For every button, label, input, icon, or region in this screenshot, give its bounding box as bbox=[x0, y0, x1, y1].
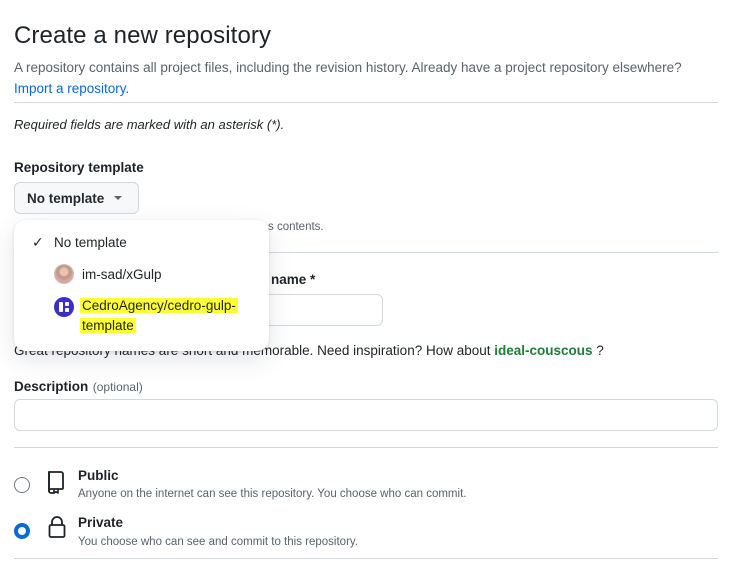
chevron-down-icon bbox=[114, 196, 123, 200]
suggested-name-link[interactable]: ideal-couscous bbox=[494, 343, 592, 358]
divider bbox=[14, 102, 718, 103]
divider bbox=[14, 447, 718, 448]
menu-item-label: No template bbox=[54, 234, 127, 250]
menu-item-no-template[interactable]: ✓ No template bbox=[14, 232, 269, 252]
template-hint: s contents. bbox=[268, 221, 324, 233]
private-radio[interactable] bbox=[14, 523, 30, 539]
book-icon bbox=[46, 470, 66, 499]
menu-item-cedro-gulp-template[interactable]: CedroAgency/cedro-gulp- template bbox=[14, 296, 269, 336]
template-dropdown-button[interactable]: No template bbox=[14, 182, 139, 214]
required-fields-note: Required fields are marked with an aster… bbox=[14, 117, 285, 132]
private-title: Private bbox=[78, 515, 124, 530]
menu-item-label: im-sad/xGulp bbox=[82, 266, 162, 282]
description-label: Description (optional) bbox=[14, 378, 143, 396]
import-repository-link[interactable]: Import a repository. bbox=[14, 81, 129, 96]
menu-item-im-sad-xgulp[interactable]: im-sad/xGulp bbox=[14, 263, 269, 285]
template-button-label: No template bbox=[27, 190, 105, 206]
user-avatar-icon bbox=[54, 264, 74, 284]
menu-item-label: CedroAgency/cedro-gulp- template bbox=[80, 296, 238, 336]
private-description: You choose who can see and commit to thi… bbox=[78, 536, 358, 548]
public-description: Anyone on the internet can see this repo… bbox=[78, 488, 467, 500]
page-title: Create a new repository bbox=[14, 22, 272, 49]
public-title: Public bbox=[78, 468, 119, 483]
description-label-text: Description bbox=[14, 379, 89, 394]
check-icon: ✓ bbox=[32, 233, 44, 250]
page-subtitle: A repository contains all project files,… bbox=[14, 57, 724, 99]
template-label: Repository template bbox=[14, 160, 144, 175]
org-avatar-icon bbox=[54, 297, 74, 317]
subtitle-text: A repository contains all project files,… bbox=[14, 60, 682, 75]
highlighted-text: template bbox=[80, 318, 136, 333]
optional-tag: (optional) bbox=[92, 380, 143, 394]
template-menu: ✓ No template im-sad/xGulp CedroAgency/c… bbox=[14, 220, 269, 351]
divider bbox=[14, 558, 718, 559]
highlighted-text: CedroAgency/cedro-gulp- bbox=[80, 298, 238, 313]
repository-name-label: name * bbox=[271, 272, 316, 287]
description-input[interactable] bbox=[14, 399, 718, 431]
public-radio[interactable] bbox=[14, 477, 30, 493]
lock-icon bbox=[48, 515, 66, 544]
name-hint-suffix: ? bbox=[592, 343, 604, 358]
divider bbox=[262, 252, 718, 253]
